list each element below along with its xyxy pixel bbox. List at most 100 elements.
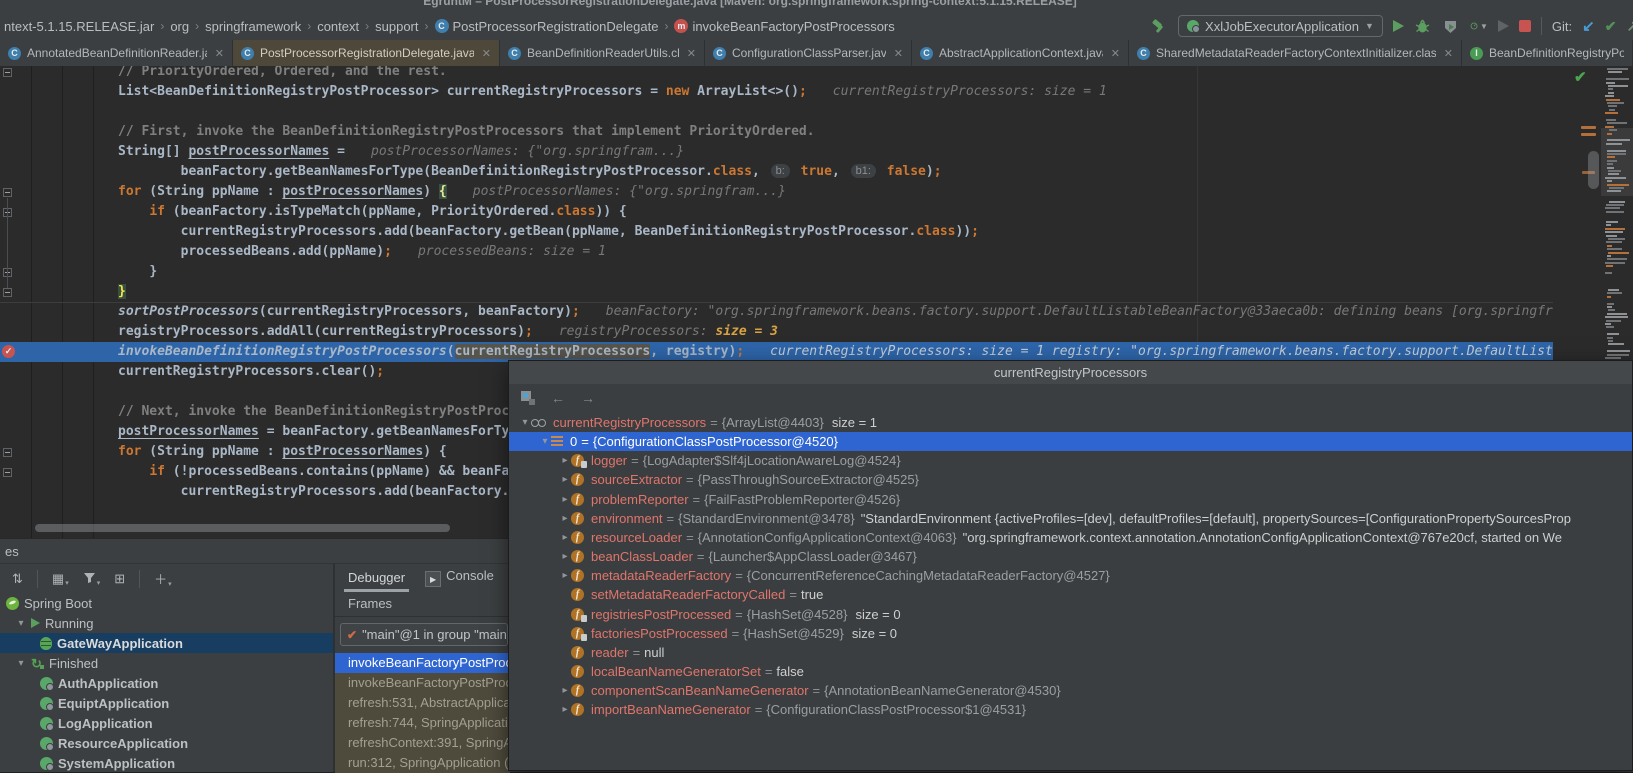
forward-icon[interactable]: → [581, 390, 595, 406]
code-line[interactable]: // PriorityOrdered, Ordered, and the res… [0, 66, 1553, 82]
close-icon[interactable]: ✕ [687, 47, 696, 60]
code-line[interactable]: } [0, 282, 1553, 302]
variable-row[interactable]: ▾currentRegistryProcessors={ArrayList@44… [509, 413, 1633, 432]
variable-row[interactable]: ▸fbeanClassLoader={Launcher$AppClassLoad… [509, 547, 1633, 566]
variable-row[interactable]: ffactoriesPostProcessed={HashSet@4529}si… [509, 624, 1633, 643]
expand-chevron-icon[interactable]: ▸ [559, 532, 571, 543]
code-line[interactable]: for (String ppName : postProcessorNames)… [0, 182, 1553, 202]
services-tree-item[interactable]: ▾↻Finished [0, 653, 333, 673]
git-commit-icon[interactable]: ✔ [1605, 18, 1617, 35]
variable-row[interactable]: fregistriesPostProcessed={HashSet@4528}s… [509, 605, 1633, 624]
run-button[interactable] [1393, 20, 1404, 32]
code-line[interactable]: sortPostProcessors(currentRegistryProces… [0, 302, 1553, 322]
stack-frame-row[interactable]: refresh:744, SpringApplicatio [335, 713, 510, 733]
group-by-icon[interactable]: ▦▾ [52, 571, 69, 587]
expand-chevron-icon[interactable]: ▸ [559, 685, 571, 696]
variable-row[interactable]: ▸fimportBeanNameGenerator={Configuration… [509, 700, 1633, 719]
stack-frame-row[interactable]: run:312, SpringApplication (o [335, 753, 510, 773]
add-service-icon[interactable]: ＋▾ [154, 569, 172, 588]
stop-button[interactable] [1519, 20, 1531, 32]
code-line[interactable]: registryProcessors.addAll(currentRegistr… [0, 322, 1553, 342]
services-tree-item[interactable]: GateWayApplication [0, 633, 333, 653]
variable-row[interactable]: ▸fmetadataReaderFactory={ConcurrentRefer… [509, 566, 1633, 585]
expand-chevron-icon[interactable]: ▸ [559, 704, 571, 715]
tab-console[interactable]: ▶Console [425, 568, 494, 588]
stack-frame-row[interactable]: invokeBeanFactoryPostProce [335, 673, 510, 693]
services-tree-item[interactable]: EquiptApplication [0, 693, 333, 713]
close-icon[interactable]: ✕ [482, 47, 491, 60]
breadcrumb-item[interactable]: support [373, 19, 420, 34]
code-line[interactable]: invokeBeanDefinitionRegistryPostProcesso… [0, 342, 1553, 362]
expand-chevron-icon[interactable]: ▸ [559, 551, 571, 562]
expand-chevron-icon[interactable]: ▸ [559, 513, 571, 524]
close-icon[interactable]: ✕ [1444, 47, 1453, 60]
editor-tab[interactable]: IBeanDefinitionRegistryPos [1462, 40, 1633, 66]
profiler-button[interactable]: ▼ [1470, 17, 1488, 35]
expand-chevron-icon[interactable]: ▸ [559, 494, 571, 505]
breadcrumb-item[interactable]: minvokeBeanFactoryPostProcessors [672, 19, 896, 34]
code-line[interactable]: // First, invoke the BeanDefinitionRegis… [0, 122, 1553, 142]
variable-row[interactable]: fsetMetadataReaderFactoryCalled=true [509, 585, 1633, 604]
breadcrumb-item[interactable]: context [315, 19, 361, 34]
editor-tab[interactable]: CBeanDefinitionReaderUtils.class✕ [500, 40, 705, 66]
code-line[interactable]: beanFactory.getBeanNamesForType(BeanDefi… [0, 162, 1553, 182]
variable-row[interactable]: ▸fsourceExtractor={PassThroughSourceExtr… [509, 470, 1633, 489]
variable-row[interactable]: ▸fenvironment={StandardEnvironment@3478}… [509, 509, 1633, 528]
fold-marker-icon[interactable] [3, 188, 12, 197]
build-hammer-icon[interactable] [1150, 17, 1168, 35]
fold-marker-icon[interactable] [3, 468, 12, 477]
git-push-icon[interactable]: ↗ [1626, 17, 1633, 35]
run-with-coverage-button[interactable] [1442, 17, 1460, 35]
variable-row[interactable]: ▸flogger={LogAdapter$Slf4jLocationAwareL… [509, 451, 1633, 470]
breadcrumb-item[interactable]: ntext-5.1.15.RELEASE.jar [2, 19, 156, 34]
expand-chevron-icon[interactable]: ▾ [16, 658, 26, 669]
services-tree-item[interactable]: Spring Boot [0, 593, 333, 613]
editor-tab[interactable]: CAnnotatedBeanDefinitionReader.java✕ [0, 40, 233, 66]
debug-button[interactable] [1414, 17, 1432, 35]
code-line[interactable]: List<BeanDefinitionRegistryPostProcessor… [0, 82, 1553, 102]
vertical-scrollbar[interactable] [1588, 151, 1599, 189]
close-icon[interactable]: ✕ [1111, 47, 1120, 60]
editor-tab[interactable]: CAbstractApplicationContext.java✕ [912, 40, 1129, 66]
breakpoint-icon[interactable]: ✓ [2, 345, 15, 358]
variable-row[interactable]: ▸fresourceLoader={AnnotationConfigApplic… [509, 528, 1633, 547]
rerun-button-disabled[interactable] [1498, 20, 1509, 32]
breadcrumb-item[interactable]: org [168, 19, 191, 34]
expand-chevron-icon[interactable]: ▾ [519, 417, 531, 428]
services-tree-item[interactable]: ▾Running [0, 613, 333, 633]
editor-tab[interactable]: CConfigurationClassParser.java✕ [705, 40, 912, 66]
services-tree-item[interactable]: ResourceApplication [0, 733, 333, 753]
close-icon[interactable]: ✕ [894, 47, 903, 60]
variable-row[interactable]: ▸fproblemReporter={FailFastProblemReport… [509, 490, 1633, 509]
inspections-ok-icon[interactable]: ✔ [1574, 68, 1587, 86]
fold-marker-icon[interactable] [3, 68, 12, 77]
variable-row[interactable]: ▸fcomponentScanBeanNameGenerator={Annota… [509, 681, 1633, 700]
inspect-icon[interactable] [521, 391, 535, 405]
code-line[interactable]: currentRegistryProcessors.add(beanFactor… [0, 222, 1553, 242]
variable-row[interactable]: freader=null [509, 643, 1633, 662]
close-icon[interactable]: ✕ [215, 47, 224, 60]
expand-chevron-icon[interactable]: ▸ [559, 455, 571, 466]
services-tree-item[interactable]: SystemApplication [0, 753, 333, 772]
breadcrumb-item[interactable]: CPostProcessorRegistrationDelegate [433, 19, 661, 34]
stack-frame-row[interactable]: refreshContext:391, SpringAp [335, 733, 510, 753]
editor-tab[interactable]: CSharedMetadataReaderFactoryContextIniti… [1129, 40, 1462, 66]
fold-marker-icon[interactable] [3, 448, 12, 457]
editor-tab[interactable]: CPostProcessorRegistrationDelegate.java✕ [233, 40, 500, 66]
horizontal-scrollbar[interactable] [35, 524, 450, 532]
stack-frame-row[interactable]: refresh:531, AbstractApplicat [335, 693, 510, 713]
back-icon[interactable]: ← [551, 390, 565, 406]
services-tree-item[interactable]: AuthApplication [0, 673, 333, 693]
services-tree-item[interactable]: LogApplication [0, 713, 333, 733]
tab-debugger[interactable]: Debugger [348, 570, 405, 585]
code-line[interactable]: } [0, 262, 1553, 282]
expand-chevron-icon[interactable]: ▸ [559, 570, 571, 581]
code-line[interactable] [0, 102, 1553, 122]
variable-row[interactable]: flocalBeanNameGeneratorSet=false [509, 662, 1633, 681]
expand-chevron-icon[interactable]: ▾ [539, 436, 551, 447]
expand-chevron-icon[interactable]: ▸ [559, 474, 571, 485]
filter-icon[interactable]: ▾ [83, 571, 101, 587]
run-configuration-select[interactable]: XxlJobExecutorApplication ▼ [1178, 15, 1383, 37]
breadcrumb-item[interactable]: springframework [203, 19, 303, 34]
add-configuration-icon[interactable]: ⊞ [114, 571, 125, 587]
